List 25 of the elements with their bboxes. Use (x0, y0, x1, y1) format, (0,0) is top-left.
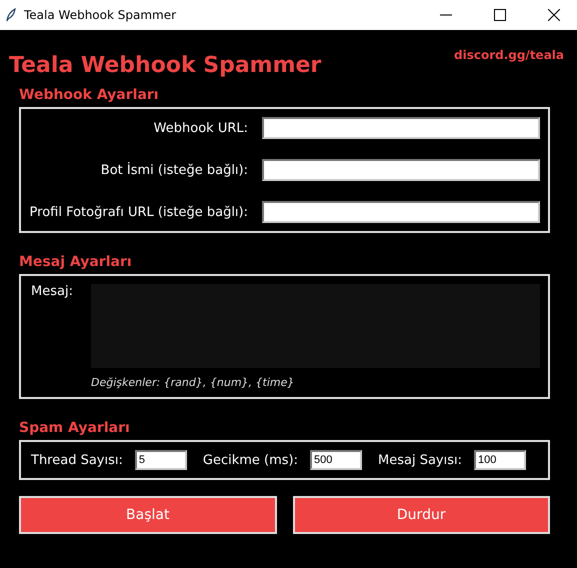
input-field[interactable]: 500 (310, 450, 362, 470)
input-field[interactable]: 100 (474, 450, 526, 470)
input-field[interactable] (262, 201, 540, 223)
section-heading: Webhook Ayarları (19, 87, 160, 103)
field-label: Mesaj Sayısı: (378, 452, 462, 468)
field-label: Thread Sayısı: (31, 452, 123, 468)
section-heading: Spam Ayarları (19, 420, 131, 436)
maximize-icon[interactable] (494, 9, 506, 21)
input-field[interactable]: 5 (134, 450, 187, 470)
discord-link[interactable]: discord.gg/teala (454, 48, 564, 62)
field-label: Gecikme (ms): (202, 452, 298, 468)
window-title: Teala Webhook Spammer (24, 8, 178, 22)
field-label: Mesaj: (31, 284, 74, 301)
app-title: Teala Webhook Spammer (9, 53, 322, 78)
input-field[interactable] (262, 159, 540, 181)
feather-icon (6, 8, 16, 22)
field-label: Webhook URL: (154, 120, 248, 136)
input-field[interactable] (262, 117, 540, 139)
close-icon[interactable] (548, 9, 560, 21)
field-label: Bot İsmi (isteğe bağlı): (100, 162, 248, 178)
start-button[interactable]: Başlat (19, 496, 276, 534)
stop-button[interactable]: Durdur (292, 496, 550, 534)
field-label: Profil Fotoğrafı URL (isteğe bağlı): (30, 204, 248, 220)
variables-hint: Değişkenler: {rand}, {num}, {time} (91, 376, 296, 389)
section-heading: Mesaj Ayarları (19, 254, 133, 270)
